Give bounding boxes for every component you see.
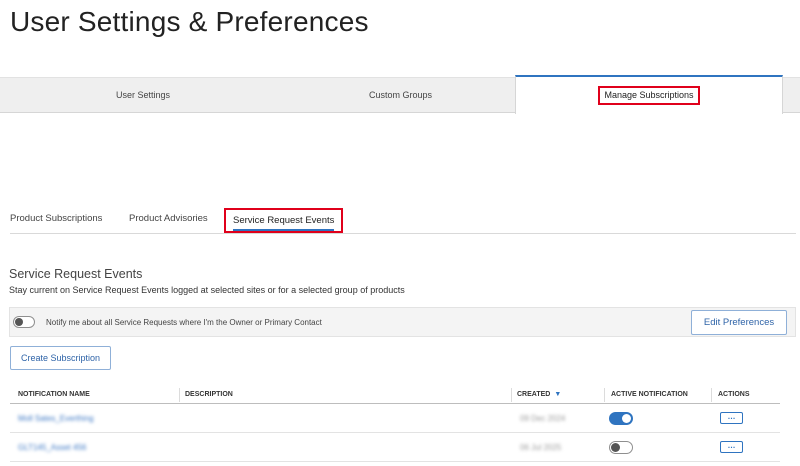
col-header-name[interactable]: NOTIFICATION NAME xyxy=(18,391,90,398)
toggle-knob xyxy=(15,318,23,326)
section-title: Service Request Events xyxy=(9,267,143,281)
created-date: 06 Jul 2025 xyxy=(520,443,562,452)
notify-toggle[interactable] xyxy=(13,316,35,328)
tab-manage-subscriptions-label: Manage Subscriptions xyxy=(598,86,700,105)
col-header-active[interactable]: ACTIVE NOTIFICATION xyxy=(611,391,688,398)
notify-bar: Notify me about all Service Requests whe… xyxy=(9,307,796,337)
column-divider xyxy=(711,388,712,402)
column-divider xyxy=(179,388,180,402)
notify-label: Notify me about all Service Requests whe… xyxy=(46,318,322,327)
subtab-product-advisories[interactable]: Product Advisories xyxy=(129,213,208,224)
active-notification-toggle[interactable] xyxy=(609,412,633,425)
row-actions-button[interactable]: … xyxy=(720,441,743,453)
tab-custom-groups[interactable]: Custom Groups xyxy=(286,78,515,113)
notification-name-link[interactable]: GLT145_Asset 456 xyxy=(18,443,86,452)
create-subscription-button[interactable]: Create Subscription xyxy=(10,346,111,370)
edit-preferences-button[interactable]: Edit Preferences xyxy=(691,310,787,335)
sub-tab-bar: Product Subscriptions Product Advisories… xyxy=(10,205,796,234)
tab-manage-subscriptions[interactable]: Manage Subscriptions xyxy=(515,75,783,114)
toggle-knob xyxy=(611,443,620,452)
subtab-service-request-events[interactable]: Service Request Events xyxy=(224,208,344,233)
main-tab-bar: User Settings Custom Groups Manage Subsc… xyxy=(0,75,800,114)
page-title: User Settings & Preferences xyxy=(10,6,369,37)
column-divider xyxy=(604,388,605,402)
col-header-actions: ACTIONS xyxy=(718,391,750,398)
tab-user-settings[interactable]: User Settings xyxy=(0,78,286,113)
table-row: GLT145_Asset 456 06 Jul 2025 … xyxy=(10,433,780,462)
table-header: NOTIFICATION NAME DESCRIPTION CREATED ▼ A… xyxy=(10,386,780,404)
table-row: Moll Sates_Everthing 09 Dec 2024 … xyxy=(10,404,780,433)
subtab-service-request-events-label: Service Request Events xyxy=(233,215,335,231)
sort-desc-icon[interactable]: ▼ xyxy=(554,391,561,398)
created-date: 09 Dec 2024 xyxy=(520,414,566,423)
column-divider xyxy=(511,388,512,402)
col-header-created[interactable]: CREATED ▼ xyxy=(517,391,561,398)
subscriptions-table: NOTIFICATION NAME DESCRIPTION CREATED ▼ A… xyxy=(10,386,780,462)
section-description: Stay current on Service Request Events l… xyxy=(9,285,405,295)
row-actions-button[interactable]: … xyxy=(720,412,743,424)
col-header-created-label: CREATED xyxy=(517,391,551,398)
notification-name-link[interactable]: Moll Sates_Everthing xyxy=(18,414,94,423)
subtab-product-subscriptions[interactable]: Product Subscriptions xyxy=(10,213,102,224)
toggle-knob xyxy=(622,414,631,423)
col-header-description[interactable]: DESCRIPTION xyxy=(185,391,233,398)
active-notification-toggle[interactable] xyxy=(609,441,633,454)
